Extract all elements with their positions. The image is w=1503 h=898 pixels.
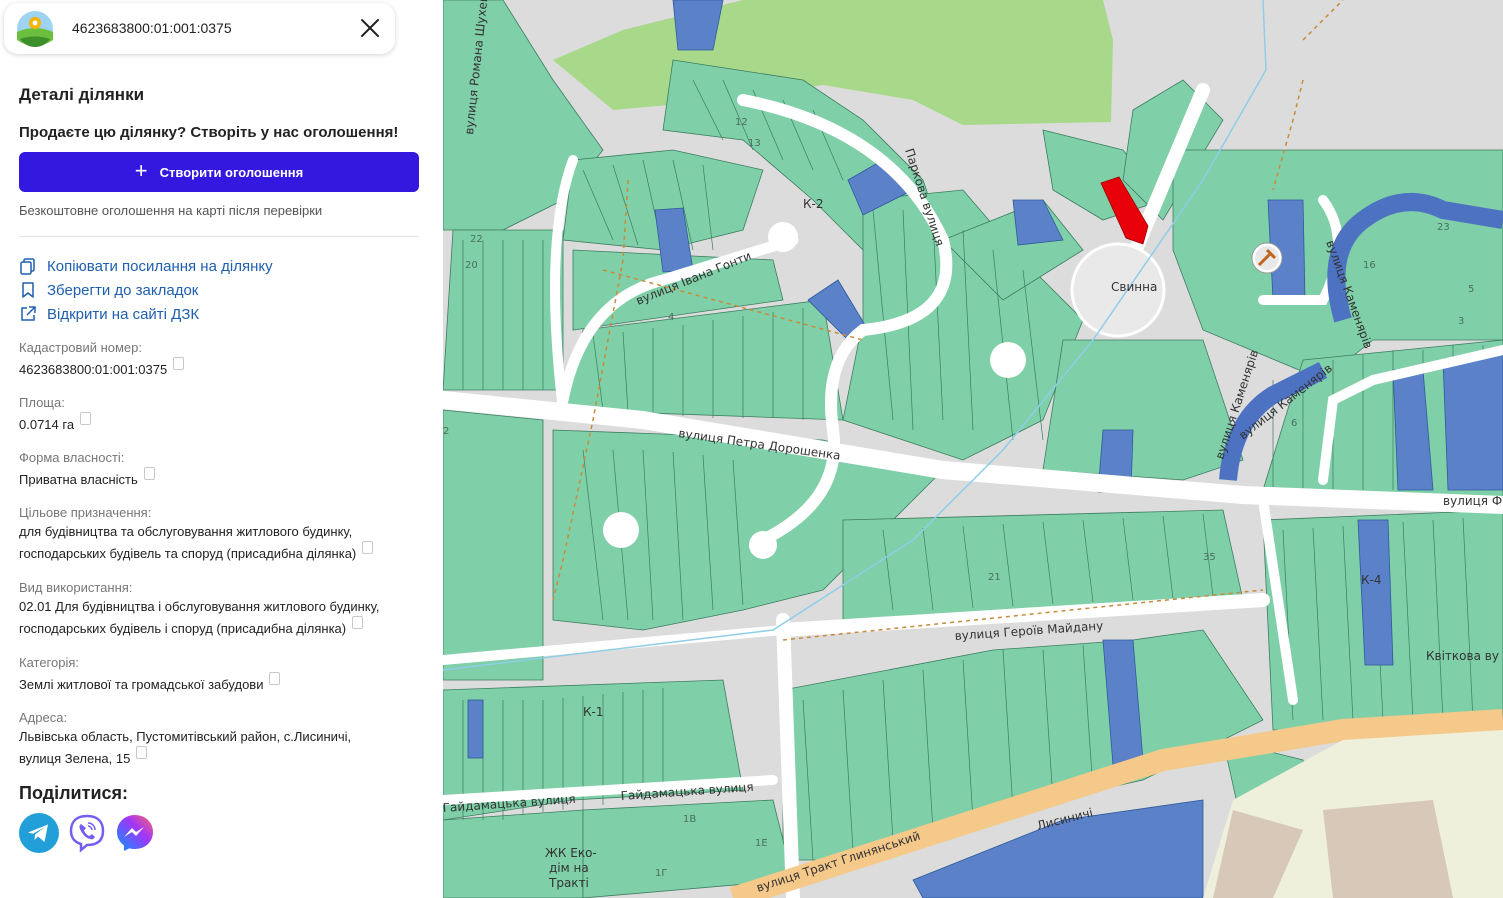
panel-title: Деталі ділянки xyxy=(19,85,145,104)
category-text: Землі житлової та громадської забудови xyxy=(19,677,264,692)
area-number: 0.0714 га xyxy=(19,417,75,432)
external-link-icon xyxy=(21,306,36,321)
plus-icon: + xyxy=(134,158,148,183)
purpose-line-1: для будівництва та обслуговування житлов… xyxy=(19,524,353,539)
copy-address-icon[interactable] xyxy=(136,746,148,759)
open-dzk-label: Відкрити на сайті ДЗК xyxy=(47,305,200,323)
copy-ownership-icon[interactable] xyxy=(143,467,155,480)
create-listing-label: Створити оголошення xyxy=(159,164,304,180)
free-listing-note: Безкоштовне оголошення на карті після пе… xyxy=(19,203,323,218)
complex-line-3: Тракті xyxy=(548,876,589,890)
parcel-number: 16 xyxy=(1363,260,1376,271)
place-label: Свинна xyxy=(1111,280,1157,294)
parcel-number: 23 xyxy=(1437,222,1450,233)
copy-usage-icon[interactable] xyxy=(352,616,364,629)
bookmark-label: Зберегти до закладок xyxy=(47,281,199,299)
messenger-icon[interactable] xyxy=(115,813,155,853)
address-line-1: Львівська область, Пустомитівський район… xyxy=(19,729,352,744)
parcel-number: 1Е xyxy=(755,838,768,849)
ownership-value: Приватна власність xyxy=(19,467,155,491)
copy-area-icon[interactable] xyxy=(80,412,92,425)
category-value: Землі житлової та громадської забудови xyxy=(19,672,281,696)
parcel-number: 2 xyxy=(443,426,449,437)
usage-label: Вид використання: xyxy=(19,580,133,595)
usage-line-2-wrap: господарських будівель і споруд (присади… xyxy=(19,616,379,640)
purpose-label: Цільове призначення: xyxy=(19,505,152,520)
map-canvas[interactable]: Свинна вулиця Романа Шухев Паркова вулиц… xyxy=(443,0,1503,898)
telegram-icon[interactable] xyxy=(19,813,59,853)
parcel-number: 13 xyxy=(748,138,761,149)
parcel-number: 3 xyxy=(1458,316,1464,327)
bookmark-action[interactable]: Зберегти до закладок xyxy=(19,280,198,300)
copy-category-icon[interactable] xyxy=(269,672,281,685)
parcel-number: 5 xyxy=(1468,284,1474,295)
block-k1: К-1 xyxy=(583,705,603,719)
parcel-number: 20 xyxy=(465,260,478,271)
parcel-number: 21 xyxy=(988,572,1001,583)
block-k2: К-2 xyxy=(803,197,823,211)
search-card: 4623683800:01:001:0375 xyxy=(4,3,395,54)
cul-de-sac-1 xyxy=(990,342,1026,378)
category-label: Категорія: xyxy=(19,655,80,670)
parcel-number: 6 xyxy=(1291,418,1297,429)
promo-text: Продаєте цю ділянку? Створіть у нас огол… xyxy=(19,124,399,141)
ownership-label: Форма власності: xyxy=(19,450,125,465)
parcel-number: 1Г xyxy=(655,868,667,879)
parcel-number: 12 xyxy=(735,117,748,128)
block-k4: К-4 xyxy=(1361,573,1381,587)
street-right: вулиця Ф xyxy=(1443,494,1502,508)
usage-line-1: 02.01 Для будівництва і обслуговування ж… xyxy=(19,599,380,614)
address-label: Адреса: xyxy=(19,710,68,725)
address-line-2: вулиця Зелена, 15 xyxy=(19,751,131,766)
address-value: Львівська область, Пустомитівський район… xyxy=(19,726,351,770)
cadastral-number: 4623683800:01:001:0375 xyxy=(19,362,168,377)
divider xyxy=(19,236,419,237)
parcel-details-panel: 4623683800:01:001:0375 Деталі ділянки Пр… xyxy=(0,0,443,898)
address-line-2-wrap: вулиця Зелена, 15 xyxy=(19,746,351,770)
auction-marker-icon[interactable] xyxy=(1251,242,1283,274)
ownership-text: Приватна власність xyxy=(19,472,138,487)
app-logo-icon[interactable] xyxy=(16,10,54,48)
cul-de-sac-4 xyxy=(768,222,798,252)
copy-cadastral-icon[interactable] xyxy=(173,357,185,370)
building-lot-2 xyxy=(1323,800,1453,898)
area-label: Площа: xyxy=(19,395,65,410)
parcel-number: 1В xyxy=(683,814,696,825)
cadastral-label: Кадастровий номер: xyxy=(19,340,142,355)
purpose-line-2: господарських будівель та споруд (присад… xyxy=(19,546,357,561)
street-kvitkova: Квіткова ву xyxy=(1426,649,1499,663)
close-icon[interactable] xyxy=(359,17,381,39)
cadastral-map[interactable]: Свинна вулиця Романа Шухев Паркова вулиц… xyxy=(443,0,1503,898)
usage-value: 02.01 Для будівництва і обслуговування ж… xyxy=(19,596,379,640)
parcel-number: 4 xyxy=(668,312,674,323)
complex-line-1: ЖК Еко- xyxy=(545,846,597,860)
purpose-line-2-wrap: господарських будівель та споруд (присад… xyxy=(19,541,374,565)
open-dzk-action[interactable]: Відкрити на сайті ДЗК xyxy=(19,304,199,324)
purpose-value: для будівництва та обслуговування житлов… xyxy=(19,521,374,565)
parcel-number: 22 xyxy=(470,234,483,245)
area-value: 0.0714 га xyxy=(19,412,92,436)
search-input[interactable]: 4623683800:01:001:0375 xyxy=(72,20,232,36)
create-listing-button[interactable]: + Створити оголошення xyxy=(19,152,419,192)
share-title: Поділитися: xyxy=(19,783,129,803)
copy-purpose-icon[interactable] xyxy=(362,541,374,554)
copy-icon xyxy=(20,258,35,275)
cul-de-sac-2 xyxy=(603,512,639,548)
viber-icon[interactable] xyxy=(67,813,107,853)
complex-line-2: дім на xyxy=(549,861,589,875)
bookmark-icon xyxy=(22,282,34,298)
cadastral-value: 4623683800:01:001:0375 xyxy=(19,357,185,381)
parcel-number: 35 xyxy=(1203,552,1216,563)
usage-line-2: господарських будівель і споруд (присади… xyxy=(19,621,347,636)
cul-de-sac-3 xyxy=(749,531,777,559)
copy-link-action[interactable]: Копіювати посилання на ділянку xyxy=(19,256,273,276)
copy-link-label: Копіювати посилання на ділянку xyxy=(47,257,273,275)
